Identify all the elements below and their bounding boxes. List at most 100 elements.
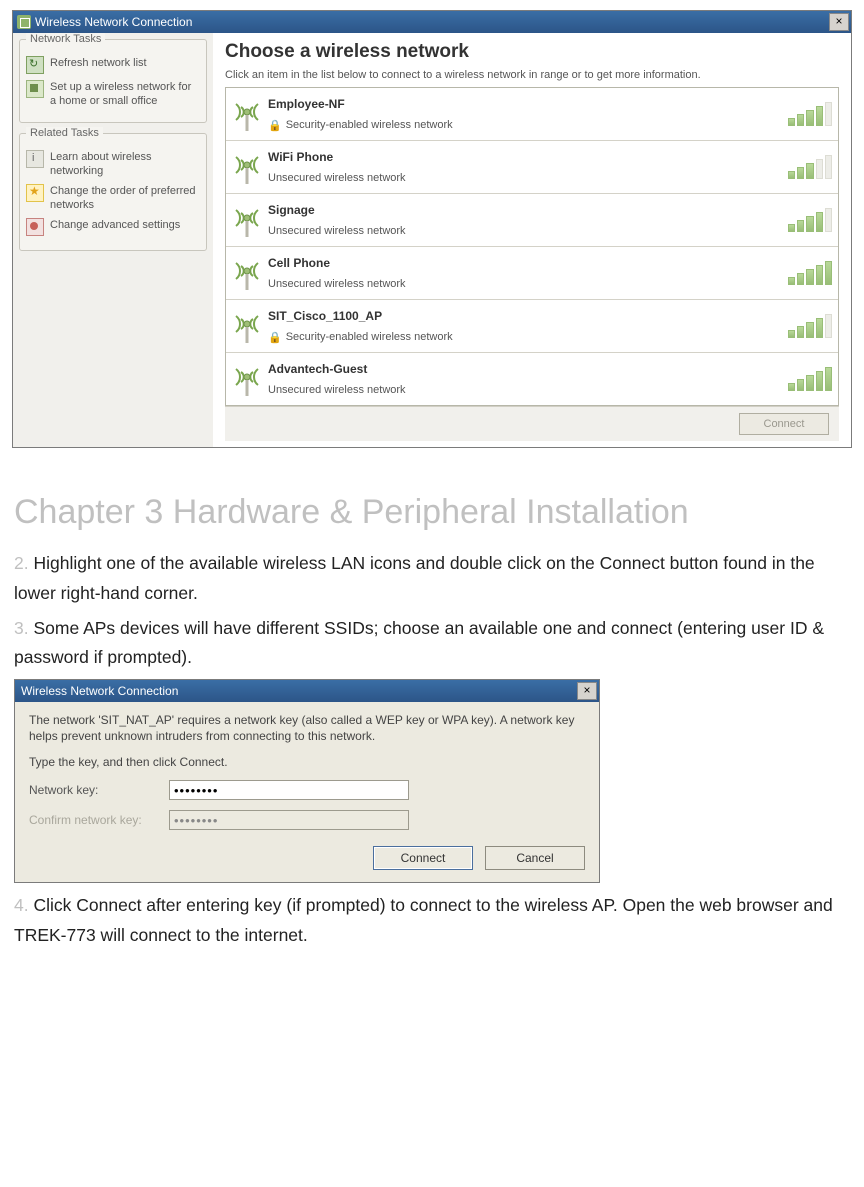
network-item[interactable]: Cell PhoneUnsecured wireless network <box>226 247 838 300</box>
antenna-icon <box>230 92 264 136</box>
signal-strength-icon <box>788 261 832 285</box>
network-text: Signage Unsecured wireless network <box>268 203 788 237</box>
settings-icon <box>26 218 44 236</box>
network-name: WiFi Phone <box>268 150 788 164</box>
info-icon <box>26 150 44 168</box>
network-item[interactable]: Signage Unsecured wireless network <box>226 194 838 247</box>
key-explain-text: The network 'SIT_NAT_AP' requires a netw… <box>29 712 585 744</box>
cancel-button[interactable]: Cancel <box>485 846 585 870</box>
antenna-icon <box>230 198 264 242</box>
task-advanced[interactable]: Change advanced settings <box>26 218 200 236</box>
group-title: Related Tasks <box>26 127 103 139</box>
task-setup[interactable]: Set up a wireless network for a home or … <box>26 80 200 108</box>
signal-strength-icon <box>788 367 832 391</box>
network-status: Unsecured wireless network <box>268 384 788 396</box>
right-network-pane: Choose a wireless network Click an item … <box>213 33 851 447</box>
confirm-key-label: Confirm network key: <box>29 813 169 827</box>
lock-icon: 🔒 <box>268 119 282 132</box>
dialog-footer: Connect <box>225 406 839 441</box>
signal-strength-icon <box>788 208 832 232</box>
connect-button[interactable]: Connect <box>373 846 473 870</box>
step-text: Click Connect after entering key (if pro… <box>14 895 833 944</box>
network-status: Unsecured wireless network <box>268 225 788 237</box>
network-status: Unsecured wireless network <box>268 278 788 290</box>
step-text: Highlight one of the available wireless … <box>14 553 815 602</box>
network-name: SIT_Cisco_1100_AP <box>268 309 788 323</box>
network-status-text: Unsecured wireless network <box>268 172 406 184</box>
connect-button[interactable]: Connect <box>739 413 829 435</box>
lock-icon: 🔒 <box>268 331 282 344</box>
network-status-text: Unsecured wireless network <box>268 225 406 237</box>
step-2: 2. Highlight one of the available wirele… <box>14 549 850 608</box>
task-label: Change advanced settings <box>50 218 180 232</box>
confirm-key-input <box>169 810 409 830</box>
document-body: Chapter 3 Hardware & Peripheral Installa… <box>0 488 864 976</box>
network-text: Advantech-Guest Unsecured wireless networ… <box>268 362 788 396</box>
network-status-text: Security-enabled wireless network <box>286 331 453 343</box>
task-label: Learn about wireless networking <box>50 150 200 178</box>
network-key-row: Network key: <box>29 780 585 800</box>
related-tasks-group: Related Tasks Learn about wireless netwo… <box>19 133 207 251</box>
dialog-body: Network Tasks Refresh network list Set u… <box>13 33 851 447</box>
app-icon <box>17 15 31 29</box>
step-number: 4. <box>14 895 29 915</box>
network-text: SIT_Cisco_1100_AP 🔒 Security-enabled wirel… <box>268 309 788 344</box>
signal-strength-icon <box>788 314 832 338</box>
dialog-footer: Connect Cancel <box>15 840 599 882</box>
network-item[interactable]: WiFi Phone Unsecured wireless network <box>226 141 838 194</box>
network-text: Employee-NF 🔒 Security-enabled wireless ne… <box>268 97 788 132</box>
antenna-icon <box>230 251 264 295</box>
antenna-icon <box>230 304 264 348</box>
network-key-dialog: Wireless Network Connection × The networ… <box>14 679 600 884</box>
step-3: 3. Some APs devices will have different … <box>14 614 850 673</box>
confirm-key-row: Confirm network key: <box>29 810 585 830</box>
task-refresh[interactable]: Refresh network list <box>26 56 200 74</box>
step-text: Some APs devices will have different SSI… <box>14 618 824 667</box>
network-text: Cell PhoneUnsecured wireless network <box>268 256 788 290</box>
network-name: Advantech-Guest <box>268 362 788 376</box>
setup-icon <box>26 80 44 98</box>
signal-strength-icon <box>788 102 832 126</box>
network-status: 🔒 Security-enabled wireless network <box>268 119 788 132</box>
network-list: Employee-NF 🔒 Security-enabled wireless ne… <box>225 87 839 406</box>
group-title: Network Tasks <box>26 33 105 45</box>
refresh-icon <box>26 56 44 74</box>
network-item[interactable]: SIT_Cisco_1100_AP 🔒 Security-enabled wirel… <box>226 300 838 353</box>
task-learn[interactable]: Learn about wireless networking <box>26 150 200 178</box>
network-item[interactable]: Employee-NF 🔒 Security-enabled wireless ne… <box>226 88 838 141</box>
wireless-dialog: Wireless Network Connection × Network Ta… <box>12 10 852 448</box>
task-label: Change the order of preferred networks <box>50 184 200 212</box>
close-icon[interactable]: × <box>829 13 849 31</box>
network-status-text: Unsecured wireless network <box>268 384 406 396</box>
network-status-text: Unsecured wireless network <box>268 278 406 290</box>
network-status: 🔒 Security-enabled wireless network <box>268 331 788 344</box>
titlebar: Wireless Network Connection × <box>15 680 599 702</box>
network-status-text: Security-enabled wireless network <box>286 119 453 131</box>
task-order[interactable]: Change the order of preferred networks <box>26 184 200 212</box>
key-instruct-text: Type the key, and then click Connect. <box>29 754 585 770</box>
dialog-body: The network 'SIT_NAT_AP' requires a netw… <box>15 702 599 831</box>
step-number: 3. <box>14 618 29 638</box>
window-title: Wireless Network Connection <box>21 684 577 698</box>
network-text: WiFi Phone Unsecured wireless network <box>268 150 788 184</box>
page-title: Choose a wireless network <box>225 41 839 63</box>
network-item[interactable]: Advantech-Guest Unsecured wireless networ… <box>226 353 838 405</box>
network-status: Unsecured wireless network <box>268 172 788 184</box>
network-tasks-group: Network Tasks Refresh network list Set u… <box>19 39 207 123</box>
network-name: Employee-NF <box>268 97 788 111</box>
network-key-input[interactable] <box>169 780 409 800</box>
window-title: Wireless Network Connection <box>35 15 829 29</box>
chapter-heading: Chapter 3 Hardware & Peripheral Installa… <box>14 488 850 537</box>
task-label: Set up a wireless network for a home or … <box>50 80 200 108</box>
step-number: 2. <box>14 553 29 573</box>
page-subtext: Click an item in the list below to conne… <box>225 69 839 81</box>
network-key-label: Network key: <box>29 783 169 797</box>
titlebar: Wireless Network Connection × <box>13 11 851 33</box>
step-4: 4. Click Connect after entering key (if … <box>14 891 850 950</box>
antenna-icon <box>230 357 264 401</box>
close-icon[interactable]: × <box>577 682 597 700</box>
signal-strength-icon <box>788 155 832 179</box>
task-label: Refresh network list <box>50 56 147 70</box>
star-icon <box>26 184 44 202</box>
network-name: Signage <box>268 203 788 217</box>
